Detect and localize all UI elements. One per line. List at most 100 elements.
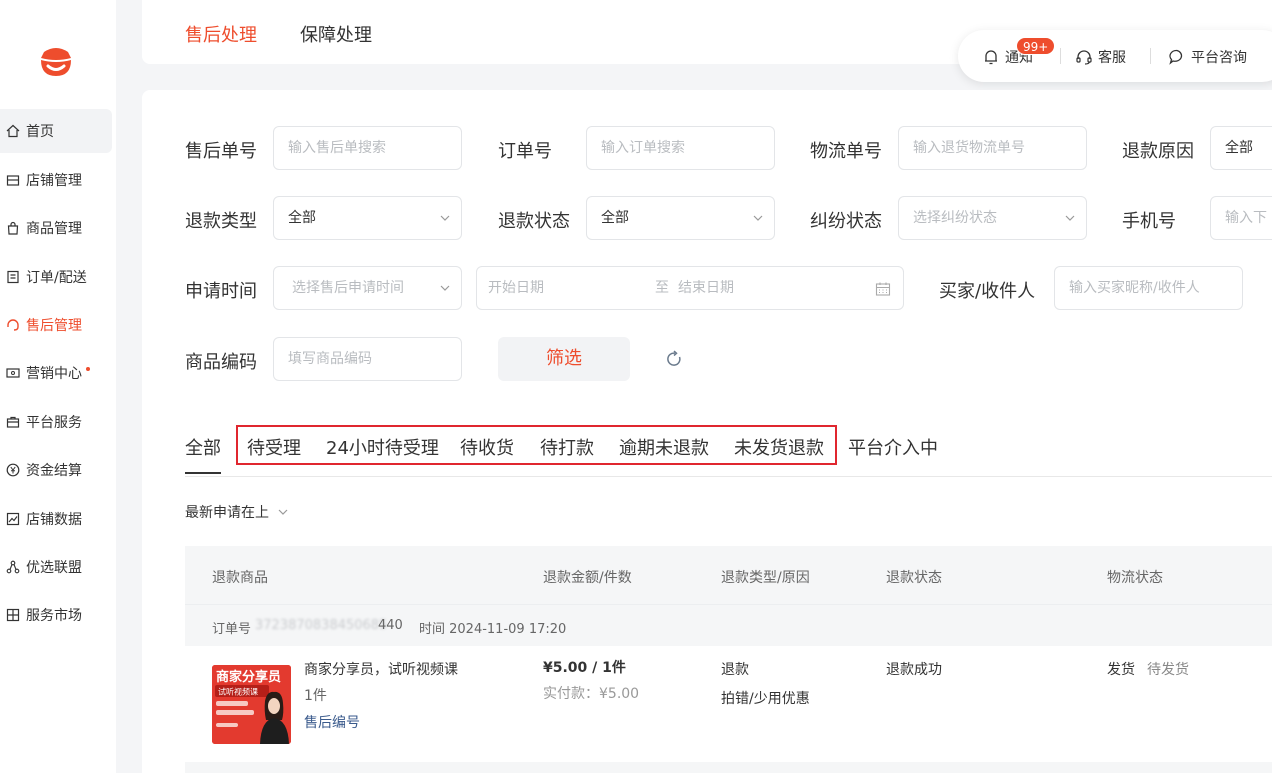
order-no-input[interactable]: 输入订单搜索	[586, 126, 775, 170]
sidebar-item-settlement[interactable]: 资金结算	[0, 448, 112, 492]
tabs-highlight-box	[236, 425, 837, 465]
status-tab-platform-intervention[interactable]: 平台介入中	[848, 434, 938, 460]
after-sale-no-label: 售后单号	[185, 141, 257, 162]
sidebar-item-label: 服务市场	[26, 608, 82, 624]
logistics-no-label: 物流单号	[810, 141, 882, 162]
sidebar-item-home[interactable]: 首页	[0, 109, 112, 153]
sort-dropdown[interactable]: 最新申请在上	[185, 502, 289, 522]
logistics-no-input[interactable]: 输入退货物流单号	[898, 126, 1087, 170]
bag-icon	[6, 221, 20, 235]
refund-reason-select[interactable]: 全部	[1210, 126, 1272, 170]
after-sale-no-input[interactable]: 输入售后单搜索	[273, 126, 462, 170]
platform-consult-button[interactable]: 平台咨询	[1168, 47, 1247, 67]
column-header: 退款状态	[886, 570, 942, 586]
sidebar-item-label: 订单/配送	[26, 270, 87, 286]
yen-icon	[6, 463, 20, 477]
refund-reason-label: 退款原因	[1122, 141, 1194, 162]
notification-dot	[86, 367, 90, 371]
refund-status-select[interactable]: 全部	[586, 196, 775, 240]
tab-after-sales[interactable]: 售后处理	[185, 21, 257, 47]
thumbnail-subtitle: 试听视频课	[218, 687, 258, 697]
sidebar: 首页 店铺管理 商品管理 订单/配送 售后管理 营销中心 平台服务 资金结算 店…	[0, 0, 116, 773]
chevron-down-icon	[753, 215, 763, 221]
divider	[1060, 48, 1061, 64]
sidebar-item-label: 资金结算	[26, 463, 82, 479]
briefcase-icon	[6, 415, 20, 429]
phone-label: 手机号	[1122, 211, 1176, 232]
product-code-input[interactable]: 填写商品编码	[273, 337, 462, 381]
divider	[1150, 48, 1151, 64]
product-name[interactable]: 商家分享员，试听视频课	[304, 659, 458, 679]
sidebar-item-label: 店铺数据	[26, 512, 82, 528]
order-time: 时间 2024-11-09 17:20	[419, 622, 567, 637]
start-date-placeholder[interactable]: 开始日期	[488, 280, 544, 296]
order-number-masked: 3723870838450685	[255, 618, 388, 633]
sidebar-item-store[interactable]: 店铺管理	[0, 158, 112, 202]
status-tab-all[interactable]: 全部	[185, 434, 221, 474]
buyer-input[interactable]: 输入买家昵称/收件人	[1054, 266, 1243, 310]
date-range-picker[interactable]: 开始日期 至 结束日期	[476, 266, 904, 310]
calendar-icon	[875, 282, 891, 296]
logistics-type: 发货	[1107, 662, 1135, 678]
phone-input[interactable]: 输入下	[1210, 196, 1272, 240]
notify-count-badge: 99+	[1016, 37, 1056, 55]
sidebar-item-platform-service[interactable]: 平台服务	[0, 400, 112, 444]
column-header: 退款类型/原因	[721, 570, 810, 586]
order-info-row: 订单号 3723870838450685 440 时间 2024-11-09 1…	[185, 604, 1272, 646]
sidebar-item-alliance[interactable]: 优选联盟	[0, 545, 112, 589]
chat-bubble-icon	[1169, 49, 1183, 65]
dispute-status-placeholder: 选择纠纷状态	[913, 210, 997, 226]
store-icon	[6, 173, 20, 187]
chevron-down-icon	[278, 509, 288, 515]
home-icon	[6, 124, 20, 138]
refund-reason: 拍错/少用优惠	[721, 691, 810, 707]
order-icon	[6, 270, 20, 284]
shop-logo-icon[interactable]	[38, 42, 74, 78]
sidebar-item-label: 售后管理	[26, 318, 82, 334]
product-quantity: 1件	[304, 688, 327, 704]
apply-time-label: 申请时间	[185, 281, 257, 302]
sidebar-item-label: 店铺管理	[26, 173, 82, 189]
date-range-separator: 至	[655, 280, 669, 296]
sort-label: 最新申请在上	[185, 505, 269, 521]
sidebar-item-marketing[interactable]: 营销中心	[0, 351, 112, 395]
filter-button[interactable]: 筛选	[498, 337, 630, 381]
chevron-down-icon	[440, 215, 450, 221]
refund-amount: ¥5.00 / 1件	[543, 660, 626, 676]
sidebar-item-service-market[interactable]: 服务市场	[0, 593, 112, 637]
apply-time-placeholder: 选择售后申请时间	[292, 280, 404, 296]
apply-time-select[interactable]: 选择售后申请时间	[273, 266, 462, 310]
sidebar-item-after-sales[interactable]: 售后管理	[0, 303, 112, 347]
sidebar-item-label: 平台服务	[26, 415, 82, 431]
sidebar-item-label: 首页	[26, 124, 54, 140]
network-icon	[6, 560, 20, 574]
sidebar-item-label: 营销中心	[26, 366, 82, 382]
column-header: 物流状态	[1107, 570, 1163, 586]
end-date-placeholder[interactable]: 结束日期	[678, 267, 734, 309]
after-sale-code-link[interactable]: 售后编号	[304, 712, 360, 732]
sidebar-item-products[interactable]: 商品管理	[0, 206, 112, 250]
table-header: 退款商品 退款金额/件数 退款类型/原因 退款状态 物流状态	[185, 546, 1272, 604]
chevron-down-icon	[440, 285, 450, 291]
grid-icon	[6, 608, 20, 622]
dispute-status-select[interactable]: 选择纠纷状态	[898, 196, 1087, 240]
platform-consult-label: 平台咨询	[1191, 50, 1247, 66]
dispute-status-label: 纠纷状态	[810, 211, 882, 232]
sidebar-item-orders[interactable]: 订单/配送	[0, 255, 112, 299]
sidebar-item-store-data[interactable]: 店铺数据	[0, 497, 112, 541]
bell-icon	[985, 50, 997, 65]
coupon-icon	[6, 366, 20, 380]
paid-amount: 实付款：¥5.00	[543, 686, 640, 702]
order-number-tail: 440	[378, 618, 403, 633]
column-header: 退款商品	[212, 570, 268, 586]
chart-icon	[6, 512, 20, 526]
order-no-label: 订单号	[498, 141, 552, 162]
refresh-icon[interactable]	[664, 349, 684, 369]
refund-type-select[interactable]: 全部	[273, 196, 462, 240]
tab-guarantee[interactable]: 保障处理	[300, 21, 372, 47]
logistics-status: 待发货	[1147, 662, 1189, 678]
product-thumbnail[interactable]: 商家分享员 试听视频课	[212, 665, 291, 744]
buyer-label: 买家/收件人	[939, 281, 1036, 302]
refund-type-label: 退款类型	[185, 211, 257, 232]
customer-service-button[interactable]: 客服	[1075, 47, 1126, 67]
